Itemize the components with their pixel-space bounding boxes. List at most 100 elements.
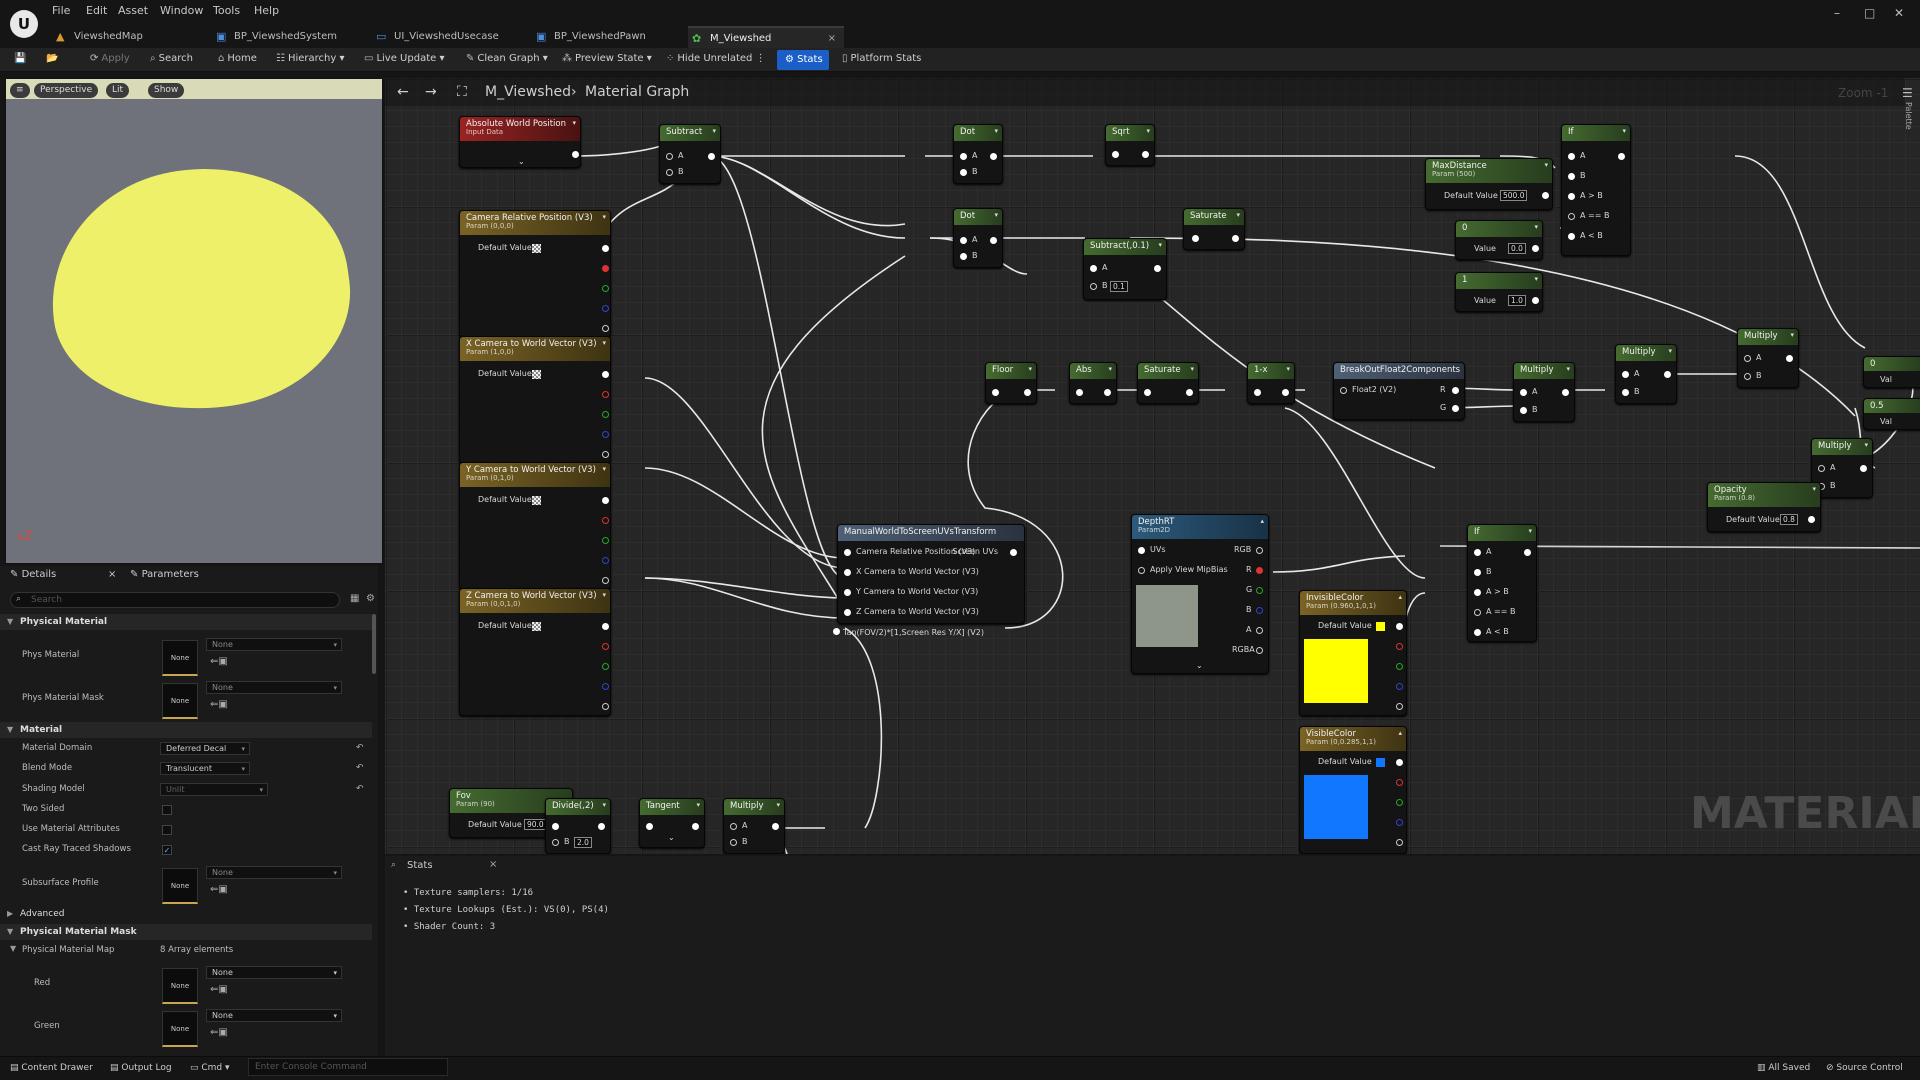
b-value-field[interactable]: 0.1: [1110, 281, 1128, 292]
node-x-camera-to-world[interactable]: X Camera to World Vector (V3) Param (1,0,…: [459, 336, 611, 464]
input-pin-agb[interactable]: [1568, 193, 1575, 200]
node-visible-color[interactable]: VisibleColor Param (0,0.285,1,1) ▴ Defaul…: [1299, 726, 1407, 854]
color-swatch[interactable]: [1376, 758, 1385, 767]
output-pin-a[interactable]: [602, 703, 609, 710]
tab-bp-viewshedsystem[interactable]: ▣ BP_ViewshedSystem: [212, 26, 362, 48]
output-pin-g[interactable]: [602, 285, 609, 292]
output-pin-a[interactable]: [602, 325, 609, 332]
node-opacity[interactable]: Opacity Param (0.8) ▾ Default Value 0.8: [1707, 482, 1821, 532]
input-pin-a[interactable]: [1818, 465, 1825, 472]
phys-material-mask-thumbnail[interactable]: None: [162, 683, 198, 719]
node-multiply-3[interactable]: Multiply ▾ A B: [1737, 328, 1799, 388]
input-pin-a[interactable]: [552, 823, 559, 830]
max-distance-value-field[interactable]: 500.0: [1500, 190, 1528, 201]
output-pin[interactable]: [1786, 355, 1793, 362]
input-pin-x-camera[interactable]: [844, 569, 851, 576]
shading-model-dropdown[interactable]: Unlit ▾: [160, 783, 268, 796]
color-swatch[interactable]: [532, 370, 541, 379]
node-edge-const-0-5[interactable]: 0.5 Val: [1863, 398, 1920, 430]
output-pin-screen-uvs[interactable]: [1010, 549, 1017, 556]
output-pin[interactable]: [1618, 153, 1625, 160]
input-pin-y-camera[interactable]: [844, 589, 851, 596]
output-pin[interactable]: [1808, 516, 1815, 523]
input-pin[interactable]: [1144, 389, 1151, 396]
node-abs[interactable]: Abs ▾: [1069, 362, 1117, 404]
node-multiply-2[interactable]: Multiply ▾ A B: [1615, 344, 1677, 404]
lit-button[interactable]: Lit: [106, 83, 130, 98]
output-pin[interactable]: [772, 823, 779, 830]
use-selected-icon[interactable]: ⇐▣: [210, 1027, 228, 1038]
node-saturate-1[interactable]: Saturate ▾: [1183, 208, 1245, 250]
unreal-logo-icon[interactable]: U: [10, 10, 38, 38]
chevron-down-icon[interactable]: ▾: [1668, 347, 1672, 355]
output-pin-r[interactable]: [1396, 779, 1403, 786]
minimize-button[interactable]: –: [1834, 6, 1840, 20]
hierarchy-button[interactable]: ☷ Hierarchy ▾: [276, 53, 345, 64]
chevron-down-icon[interactable]: ▾: [602, 465, 606, 473]
live-update-button[interactable]: ▭ Live Update ▾: [364, 53, 444, 64]
collapse-icon[interactable]: ▼: [10, 944, 16, 953]
details-scrollbar[interactable]: [372, 614, 376, 674]
output-pin[interactable]: [1282, 389, 1289, 396]
phys-material-mask-dropdown[interactable]: None ▾: [206, 681, 342, 694]
chevron-down-icon[interactable]: ▾: [1812, 485, 1816, 493]
menu-window[interactable]: Window: [160, 4, 203, 17]
output-pin-b[interactable]: [1396, 819, 1403, 826]
output-pin[interactable]: [1104, 389, 1111, 396]
tab-parameters[interactable]: ✎ Parameters: [130, 566, 199, 584]
divide-b-value-field[interactable]: 2.0: [574, 837, 592, 848]
output-pin[interactable]: [1524, 549, 1531, 556]
output-pin-b[interactable]: [1396, 683, 1403, 690]
chevron-down-icon[interactable]: ⌄: [668, 833, 675, 842]
input-pin-camera-relative[interactable]: [844, 549, 851, 556]
output-pin-r[interactable]: [602, 265, 609, 272]
node-depth-rt[interactable]: DepthRT Param2D ▴ UVs Apply View MipBias …: [1131, 514, 1269, 674]
output-pin[interactable]: [602, 245, 609, 252]
chevron-down-icon[interactable]: ▾: [1534, 223, 1538, 231]
input-pin-b[interactable]: [1520, 407, 1527, 414]
input-pin-b[interactable]: [730, 839, 737, 846]
node-sqrt[interactable]: Sqrt ▾: [1105, 124, 1155, 166]
content-drawer-button[interactable]: ▤ Content Drawer: [10, 1063, 93, 1073]
menu-help[interactable]: Help: [254, 4, 279, 17]
output-pin[interactable]: [1154, 265, 1161, 272]
output-pin-rgba[interactable]: [1256, 647, 1263, 654]
output-pin[interactable]: [1024, 389, 1031, 396]
tab-viewshedmap[interactable]: ▲ ViewshedMap: [52, 26, 202, 48]
chevron-down-icon[interactable]: ▾: [1566, 365, 1570, 373]
output-pin[interactable]: [692, 823, 699, 830]
node-tangent[interactable]: Tangent ▾ ⌄: [639, 798, 705, 848]
output-pin-b[interactable]: [602, 431, 609, 438]
input-pin[interactable]: [992, 389, 999, 396]
phys-material-thumbnail[interactable]: None: [162, 640, 198, 676]
chevron-down-icon[interactable]: ▾: [1544, 161, 1548, 169]
use-material-attributes-checkbox[interactable]: [162, 825, 172, 835]
chevron-down-icon[interactable]: ▾: [1622, 127, 1626, 135]
input-pin[interactable]: [1192, 235, 1199, 242]
chevron-down-icon[interactable]: ▾: [1236, 211, 1240, 219]
menu-edit[interactable]: Edit: [86, 4, 107, 17]
input-pin-a[interactable]: [666, 153, 673, 160]
output-pin-r[interactable]: [602, 391, 609, 398]
section-material[interactable]: ▼ Material: [0, 722, 372, 738]
green-dropdown[interactable]: None ▾: [206, 1009, 342, 1022]
output-pin[interactable]: [1396, 759, 1403, 766]
palette-menu-icon[interactable]: ☰: [1902, 86, 1913, 100]
output-pin-g[interactable]: [1256, 587, 1263, 594]
input-pin-a[interactable]: [1474, 549, 1481, 556]
chevron-up-icon[interactable]: ▴: [1398, 593, 1402, 601]
tab-m-viewshed[interactable]: ✿ M_Viewshed ×: [688, 26, 844, 48]
node-dot-2[interactable]: Dot ▾ A B: [953, 208, 1003, 268]
node-multiply-fov[interactable]: Multiply ▾ A B: [723, 798, 785, 854]
output-pin-a[interactable]: [602, 451, 609, 458]
input-pin-alb[interactable]: [1474, 629, 1481, 636]
input-pin-agb[interactable]: [1474, 589, 1481, 596]
chevron-down-icon[interactable]: ▾: [994, 127, 998, 135]
chevron-down-icon[interactable]: ▾: [1108, 365, 1112, 373]
forward-button[interactable]: →: [425, 84, 437, 100]
red-dropdown[interactable]: None ▾: [206, 966, 342, 979]
output-pin-r[interactable]: [1256, 567, 1263, 574]
back-button[interactable]: ←: [397, 84, 409, 100]
clean-graph-button[interactable]: ✎ Clean Graph ▾: [466, 53, 548, 64]
node-saturate-2[interactable]: Saturate ▾: [1137, 362, 1199, 404]
